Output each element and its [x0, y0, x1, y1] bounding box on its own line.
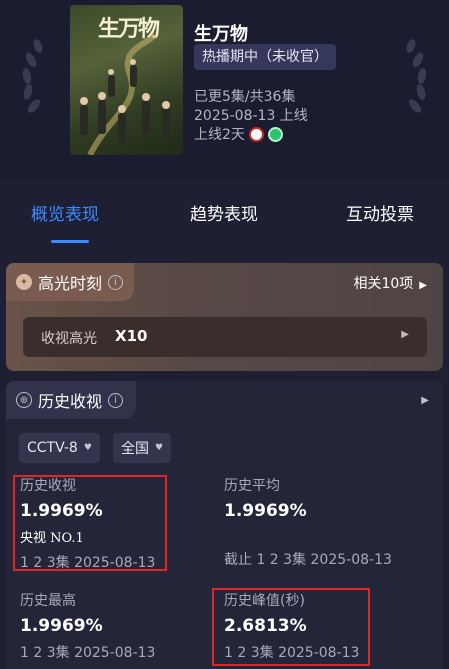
caret-down-icon: ♥ — [155, 443, 164, 453]
stat-label: 历史最高 — [20, 593, 76, 609]
highlight-header: ✦ 高光时刻 i — [6, 263, 134, 301]
region-select-value: 全国 — [121, 441, 149, 457]
region-select[interactable]: 全国 ♥ — [113, 433, 172, 463]
stat-label: 历史平均 — [224, 478, 280, 494]
air-date: 2025-08-13 上线 — [194, 108, 308, 124]
tab-overview[interactable]: 概览表现 — [31, 200, 99, 225]
rating-highlight-row[interactable]: 收视高光 X10 ▶ — [23, 317, 427, 357]
laurel-left-icon — [22, 39, 43, 113]
status-badge: 热播期中（未收官） — [194, 44, 336, 70]
chevron-right-icon: ▶ — [401, 329, 409, 340]
active-tab-indicator — [51, 240, 89, 243]
highlight-card: ✦ 高光时刻 i 相关10项 ▶ 收视高光 X10 ▶ — [6, 263, 443, 371]
stat-history-max: 历史最高 1.9969% 1 2 3集 2025-08-13 — [20, 590, 155, 662]
chevron-right-icon: ▶ — [419, 280, 427, 291]
related-items-link[interactable]: 相关10项 ▶ — [353, 273, 427, 293]
caret-down-icon: ♥ — [83, 443, 92, 453]
info-icon[interactable]: i — [108, 274, 124, 290]
stat-date: 1 2 3集 2025-08-13 — [20, 645, 156, 661]
show-poster[interactable]: 生万物 — [70, 5, 183, 155]
history-header: ⊕ 历史收视 i — [6, 381, 136, 419]
stat-history-average: 历史平均 1.9969% 截止 1 2 3集 2025-08-13 — [224, 475, 392, 569]
tab-vote[interactable]: 互动投票 — [346, 200, 414, 225]
tab-bar: 概览表现 趋势表现 互动投票 — [0, 178, 449, 250]
rating-highlight-count: X10 — [115, 327, 148, 345]
show-header: 生万物 生万物 热播期中（未收官） 已更5集/共36集 2025-08-13 上… — [0, 0, 449, 178]
highlight-badge-icon: ✦ — [16, 274, 32, 290]
chevron-right-icon[interactable]: ▶ — [421, 395, 429, 406]
laurel-right-icon — [406, 39, 427, 113]
cctv-logo-icon[interactable] — [248, 127, 264, 142]
related-items-label: 相关10项 — [353, 276, 414, 292]
online-duration: 上线2天 — [194, 124, 283, 144]
stat-value: 1.9969% — [20, 616, 103, 636]
tab-trend[interactable]: 趋势表现 — [190, 200, 258, 225]
history-chart-icon: ⊕ — [16, 392, 32, 408]
green-platform-icon[interactable] — [267, 127, 283, 142]
stat-value: 1.9969% — [224, 501, 307, 521]
stat-date: 截止 1 2 3集 2025-08-13 — [224, 552, 392, 568]
history-title: 历史收视 — [38, 392, 103, 411]
info-icon[interactable]: i — [108, 392, 124, 408]
online-days-text: 上线2天 — [194, 127, 245, 143]
channel-select[interactable]: CCTV-8 ♥ — [19, 433, 100, 463]
channel-select-value: CCTV-8 — [27, 440, 78, 456]
rating-highlight-label: 收视高光 — [41, 331, 97, 347]
poster-scene-art — [80, 32, 170, 155]
highlight-title: 高光时刻 — [38, 274, 103, 293]
annotation-box-history-rating — [13, 475, 167, 571]
show-title: 生万物 — [194, 24, 248, 45]
annotation-box-peak — [212, 588, 370, 666]
episode-progress: 已更5集/共36集 — [194, 89, 296, 105]
